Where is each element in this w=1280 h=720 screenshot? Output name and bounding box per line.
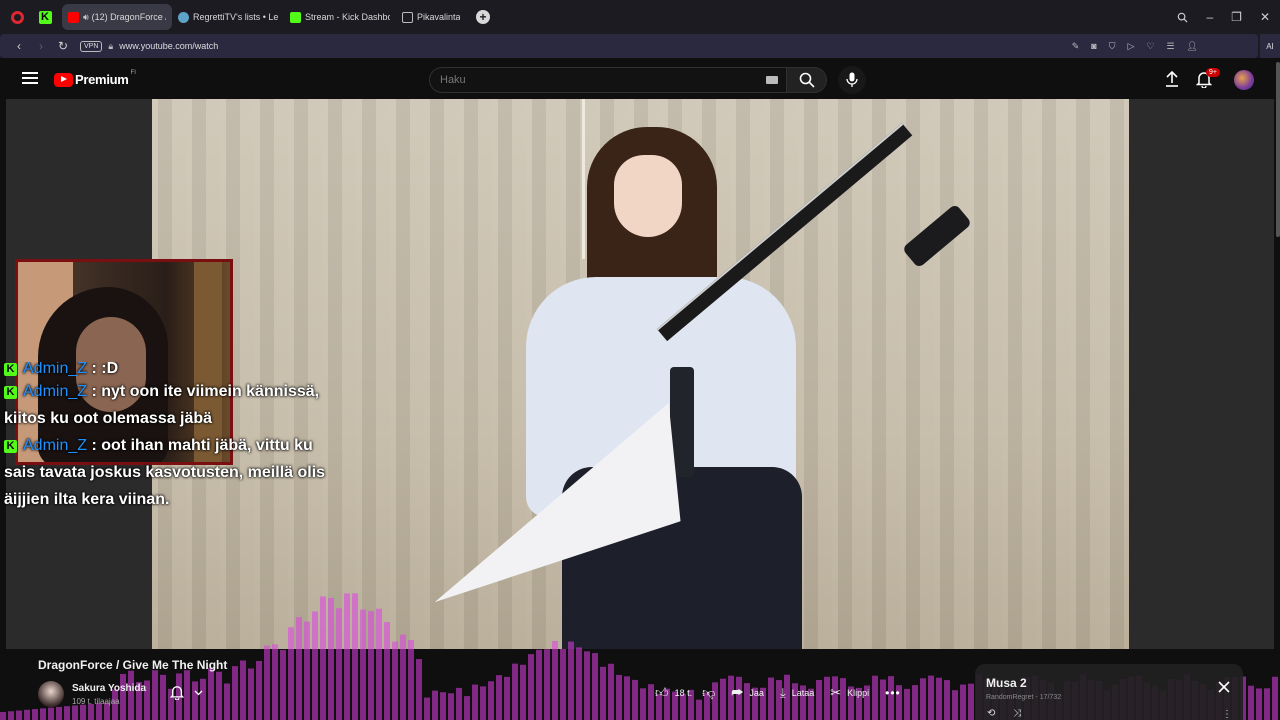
- kick-favicon-icon: [290, 11, 301, 23]
- menu-icon[interactable]: [22, 72, 38, 84]
- download-button[interactable]: ⤓ Lataa: [780, 685, 814, 701]
- shuffle-icon[interactable]: ⤨: [1013, 708, 1021, 719]
- notification-badge: 9+: [1206, 68, 1220, 77]
- lock-icon[interactable]: 🔒︎: [108, 41, 113, 52]
- video-actions: 👍︎ 18 t. 👎︎ ⮫ Jaa ⤓ Lataa ✂ Klippi •••: [655, 685, 901, 701]
- kick-badge-icon: K: [4, 363, 17, 376]
- page-scrollbar[interactable]: [1276, 62, 1280, 237]
- like-count: 18 t.: [674, 688, 693, 698]
- upload-icon: [1166, 70, 1178, 87]
- restore-icon[interactable]: ❐: [1231, 10, 1242, 24]
- ai-extension-button[interactable]: AI: [1260, 34, 1280, 58]
- youtube-play-logo-icon: [54, 72, 73, 87]
- chat-text: : :D: [87, 362, 119, 376]
- tab-label: Stream - Kick Dashboard: [305, 12, 390, 22]
- guitarist-figure: [532, 123, 973, 649]
- keyboard-icon[interactable]: [766, 76, 778, 84]
- bell-icon: [170, 686, 184, 700]
- tab-label: RegrettiTV's lists • Letterb: [193, 12, 278, 22]
- search-input[interactable]: [440, 68, 740, 92]
- dislike-button[interactable]: 👎︎: [702, 685, 715, 701]
- chat-message: K Admin_Z : oot ihan mahti jäbä, vittu ku…: [4, 432, 344, 513]
- heart-icon[interactable]: ♡: [1146, 41, 1154, 52]
- shield-icon[interactable]: ⛉: [1109, 41, 1116, 52]
- upload-button[interactable]: [1165, 70, 1179, 92]
- back-icon[interactable]: ‹: [8, 39, 30, 53]
- close-window-icon[interactable]: ✕: [1260, 10, 1270, 24]
- chat-username: Admin_Z: [23, 437, 88, 454]
- browser-tab-bar: K 🔊︎ (12) DragonForce / Gi RegrettiTV's …: [0, 0, 1280, 34]
- easy-setup-icon[interactable]: ☰: [1166, 41, 1174, 52]
- speaker-icon[interactable]: 🔊︎: [83, 12, 89, 23]
- kick-badge-icon: K: [4, 440, 17, 453]
- tab-letterboxd[interactable]: RegrettiTV's lists • Letterb: [172, 4, 284, 30]
- tab-speed-dial[interactable]: Pikavalinta: [396, 4, 466, 30]
- share-button[interactable]: ⮫ Jaa: [731, 685, 764, 701]
- clip-label: Klippi: [847, 688, 870, 698]
- chat-message: K Admin_Z : :D: [4, 362, 344, 376]
- thumbs-up-icon: 👍︎: [655, 685, 669, 700]
- voice-search-button[interactable]: [838, 66, 866, 94]
- notifications-button[interactable]: 9+: [1195, 68, 1220, 93]
- share-label: Jaa: [749, 688, 764, 698]
- close-icon[interactable]: [1218, 681, 1230, 693]
- subscription-bell-button[interactable]: [170, 685, 203, 700]
- edit-icon[interactable]: ✎: [1072, 41, 1080, 52]
- kick-pinned-tab[interactable]: K: [34, 6, 56, 28]
- profile-icon[interactable]: 👤︎: [1187, 41, 1198, 52]
- chat-overlay: K Admin_Z : :D K Admin_Z : nyt oon ite vii…: [4, 362, 344, 513]
- country-code: FI: [130, 70, 136, 76]
- search-button[interactable]: [787, 67, 827, 93]
- brand-label: Premium: [75, 72, 129, 87]
- play-icon[interactable]: ▷: [1127, 41, 1134, 52]
- subscriber-count: 109 t. tilaajaa: [72, 697, 120, 706]
- download-label: Lataa: [791, 688, 815, 698]
- kick-badge-icon: K: [4, 386, 17, 399]
- playlist-subtitle: RandomRegret - 17/732: [986, 694, 1062, 701]
- tab-label: Pikavalinta: [417, 12, 460, 22]
- microphone-icon: [846, 72, 858, 87]
- tab-youtube[interactable]: 🔊︎ (12) DragonForce / Gi: [62, 4, 172, 30]
- playlist-panel: Musa 2 RandomRegret - 17/732 ⟲ ⤨ ⋮: [975, 664, 1243, 720]
- forward-icon[interactable]: ›: [30, 39, 52, 53]
- youtube-header: Premium FI 9+: [0, 58, 1280, 100]
- search-icon: [799, 72, 815, 88]
- scissors-icon: ✂: [830, 685, 842, 700]
- address-bar: ‹ › ↻ VPN 🔒︎ www.youtube.com/watch ✎ ◙ ⛉…: [0, 34, 1280, 58]
- tab-search-icon[interactable]: [1177, 12, 1188, 23]
- more-actions-button[interactable]: •••: [885, 686, 901, 700]
- opera-logo-icon[interactable]: [0, 0, 34, 34]
- kick-logo-icon: K: [38, 10, 52, 24]
- like-button[interactable]: 👍︎ 18 t.: [655, 685, 692, 701]
- chat-message: K Admin_Z : nyt oon ite viimein kännissä,…: [4, 378, 344, 432]
- channel-avatar[interactable]: [38, 681, 64, 707]
- account-avatar[interactable]: [1234, 70, 1254, 90]
- download-icon: ⤓: [779, 685, 786, 700]
- chat-username: Admin_Z: [23, 383, 88, 400]
- vpn-badge[interactable]: VPN: [80, 40, 103, 52]
- youtube-premium-logo[interactable]: Premium FI: [54, 70, 136, 87]
- minimize-icon[interactable]: –: [1206, 10, 1213, 24]
- chevron-down-icon: [194, 690, 203, 695]
- camera-icon[interactable]: ◙: [1091, 41, 1096, 51]
- loop-icon[interactable]: ⟲: [987, 708, 995, 719]
- youtube-favicon-icon: [68, 11, 79, 23]
- url-field[interactable]: www.youtube.com/watch: [119, 41, 218, 51]
- letterboxd-favicon-icon: [178, 11, 189, 23]
- tab-kick-dashboard[interactable]: Stream - Kick Dashboard: [284, 4, 396, 30]
- thumbs-down-icon: 👎︎: [702, 685, 716, 700]
- clip-button[interactable]: ✂ Klippi: [830, 685, 869, 701]
- tab-label: (12) DragonForce / Gi: [91, 12, 166, 22]
- playlist-more-icon[interactable]: ⋮: [1222, 709, 1232, 720]
- grid-icon: [402, 11, 413, 23]
- share-icon: ⮫: [731, 685, 744, 700]
- reload-icon[interactable]: ↻: [52, 39, 74, 53]
- chat-username: Admin_Z: [23, 362, 88, 376]
- channel-name[interactable]: Sakura Yoshida: [72, 683, 146, 694]
- video-title: DragonForce / Give Me The Night: [38, 658, 228, 672]
- search-box: [429, 67, 787, 93]
- new-tab-button[interactable]: +: [476, 10, 490, 24]
- playlist-title[interactable]: Musa 2: [986, 676, 1027, 690]
